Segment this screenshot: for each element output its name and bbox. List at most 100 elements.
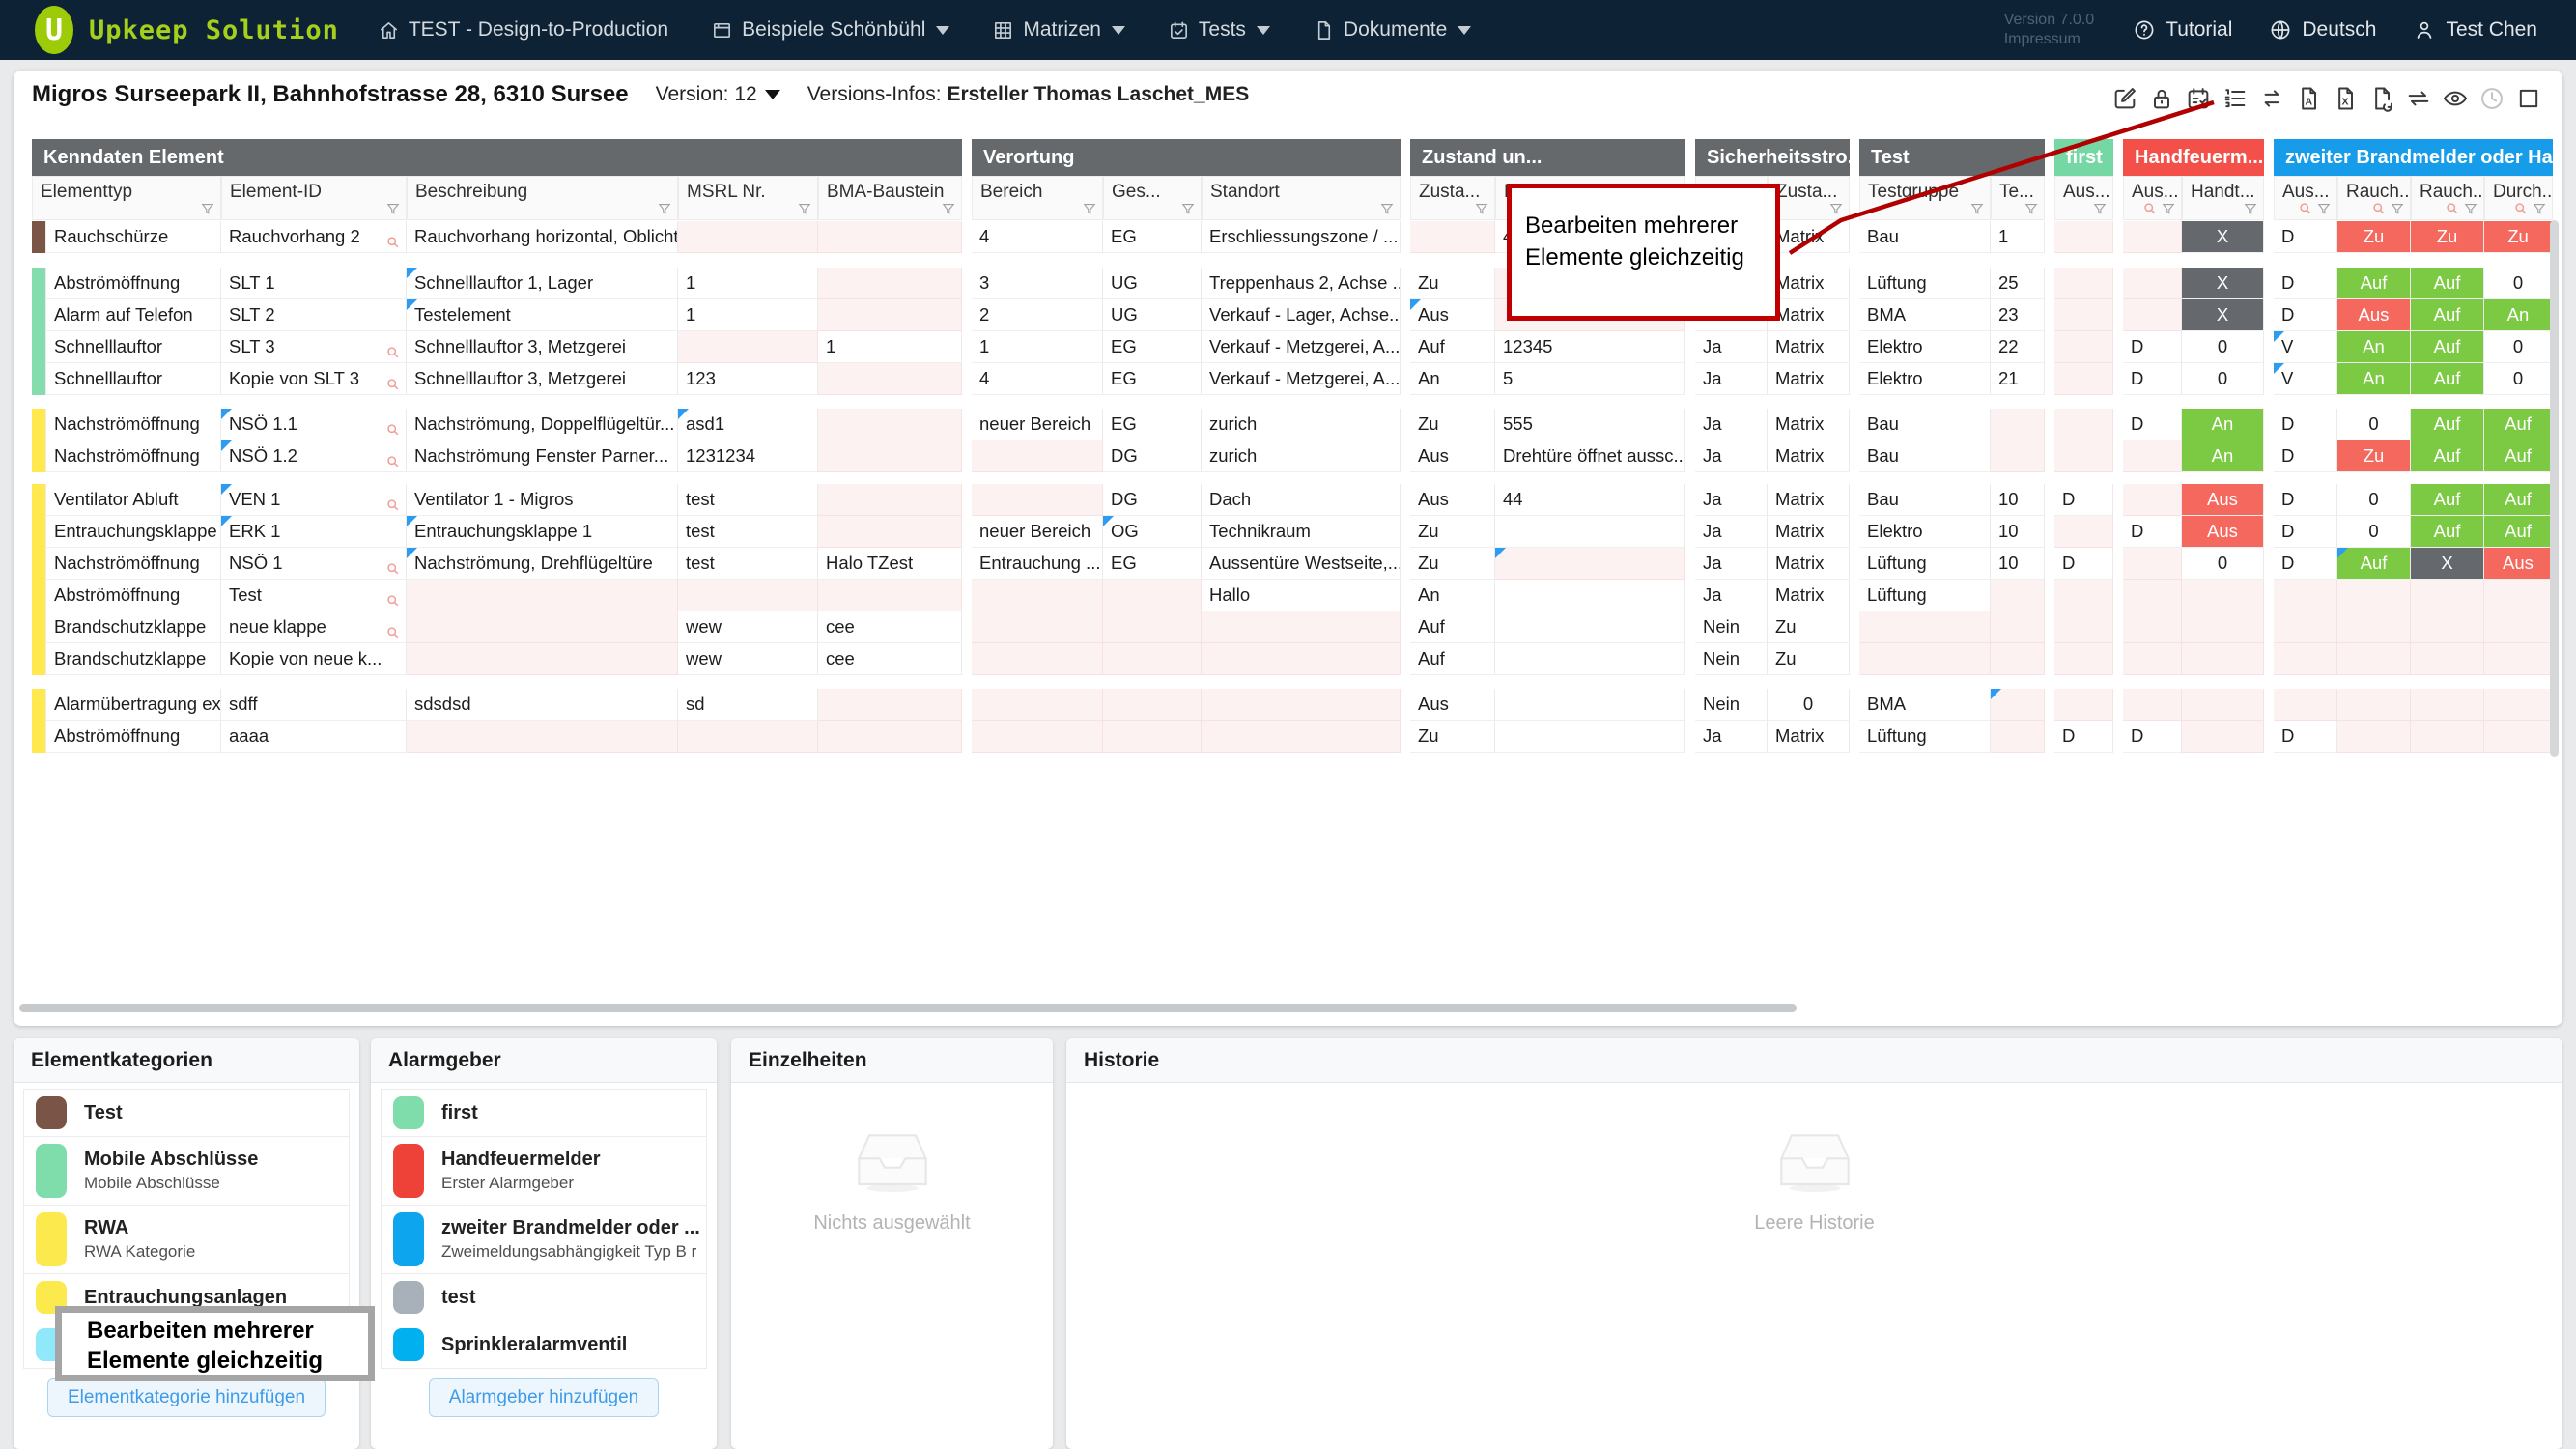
column-header-aus[interactable]: Aus... [2123,176,2182,220]
cell[interactable] [2054,363,2113,395]
cell[interactable]: Abströmöffnung [45,268,221,299]
cell[interactable]: Auf [2411,484,2484,516]
cell[interactable]: Hallo [1202,580,1401,611]
cell[interactable]: Nein [1695,611,1768,643]
search-icon[interactable] [385,235,401,250]
cell[interactable]: D [2054,721,2113,753]
cell[interactable] [2054,580,2113,611]
cell[interactable] [2054,611,2113,643]
cell[interactable]: NSÖ 1 [221,548,407,580]
cell[interactable]: 1 [678,268,818,299]
cell[interactable]: 25 [1991,268,2045,299]
cell[interactable]: ERK 1 [221,516,407,548]
cell[interactable]: Bau [1859,484,1991,516]
cell[interactable]: Zu [2484,221,2553,253]
cell[interactable]: D [2123,363,2182,395]
cell[interactable] [972,643,1103,675]
filter-icon[interactable] [2316,201,2332,216]
table-row[interactable]: EntrauchungsklappeERK 1Entrauchungsklapp… [45,516,2553,548]
cell[interactable]: Brandschutzklappe [45,611,221,643]
alarmgeber-hinzufügen-button[interactable]: Alarmgeber hinzufügen [429,1378,659,1417]
table-row[interactable]: AbströmöffnungTestHalloAnJaMatrixLüftung [45,580,2553,611]
cell[interactable] [2123,580,2182,611]
cell[interactable]: Aus [1410,299,1495,331]
search-icon[interactable] [385,497,401,513]
cell[interactable] [972,580,1103,611]
cell[interactable] [1103,689,1202,721]
cell[interactable]: Verkauf - Metzgerei, A... [1202,363,1401,395]
cell[interactable] [1103,611,1202,643]
cell[interactable]: Nachströmung, Doppelflügeltür... [407,409,678,440]
table-row[interactable]: RauchschürzeRauchvorhang 2Rauchvorhang h… [45,221,2553,253]
nav-beispiele-schönbühl[interactable]: Beispiele Schönbühl [711,18,949,42]
cell[interactable]: 0 [2337,484,2411,516]
cell[interactable]: Alarmübertragung ext... [45,689,221,721]
cell[interactable] [1991,580,2045,611]
cell[interactable]: Nachströmung Fenster Parner... [407,440,678,472]
cell[interactable]: 0 [2182,548,2264,580]
cell[interactable] [818,440,962,472]
cell[interactable] [1991,643,2045,675]
table-row[interactable]: Alarmübertragung ext...sdffsdsdsdsdAusNe… [45,689,2553,721]
column-header-elementtyp[interactable]: Elementtyp [32,176,221,220]
cell[interactable]: D [2274,548,2337,580]
filter-icon[interactable] [1969,201,1985,216]
cell[interactable] [407,721,678,753]
cell[interactable] [2123,643,2182,675]
cell[interactable]: Aus [2337,299,2411,331]
cell[interactable]: EG [1103,331,1202,363]
cell[interactable]: D [2274,440,2337,472]
cell[interactable]: Testelement [407,299,678,331]
cell[interactable] [2411,643,2484,675]
cell[interactable]: neue klappe [221,611,407,643]
cell[interactable] [2123,689,2182,721]
cell[interactable] [2484,643,2553,675]
cell[interactable]: Auf [2484,440,2553,472]
search-icon[interactable] [2371,201,2387,216]
cell[interactable]: 5 [1495,363,1685,395]
cell[interactable] [2054,440,2113,472]
cell[interactable]: 23 [1991,299,2045,331]
cell[interactable]: Zu [2337,440,2411,472]
excel-export-button[interactable]: X [2331,84,2360,113]
cell[interactable] [2411,611,2484,643]
nav-test-design-to-production[interactable]: TEST - Design-to-Production [378,18,668,42]
cell[interactable]: V [2274,331,2337,363]
cell[interactable] [2123,611,2182,643]
list-item-zweiter-brandmelder-oder[interactable]: zweiter Brandmelder oder ...Zweimeldungs… [381,1206,707,1274]
filter-icon[interactable] [1082,201,1097,216]
cell[interactable]: Ja [1695,548,1768,580]
cell[interactable]: X [2411,548,2484,580]
search-icon[interactable] [2513,201,2529,216]
cell[interactable]: Zu [1768,611,1850,643]
nav-matrizen[interactable]: Matrizen [992,18,1125,42]
cell[interactable]: asd1 [678,409,818,440]
cell[interactable]: 1 [818,331,962,363]
cell[interactable]: D [2274,221,2337,253]
cell[interactable]: Lüftung [1859,548,1991,580]
edit-button[interactable] [2110,84,2139,113]
cell[interactable] [818,268,962,299]
cell[interactable]: Ja [1695,363,1768,395]
cell[interactable]: D [2123,516,2182,548]
cell[interactable]: Rauchschürze [45,221,221,253]
cell[interactable]: Ja [1695,409,1768,440]
cell[interactable]: Auf [1410,643,1495,675]
column-header-msrl-nr[interactable]: MSRL Nr. [678,176,818,220]
cell[interactable] [818,409,962,440]
cell[interactable] [2484,580,2553,611]
cell[interactable]: Auf [2411,268,2484,299]
cell[interactable]: Zu [1410,548,1495,580]
cell[interactable]: Schnelllauftor 3, Metzgerei [407,363,678,395]
cell[interactable]: Entrauchung ... [972,548,1103,580]
cell[interactable] [1495,548,1685,580]
cell[interactable]: 123 [678,363,818,395]
cell[interactable]: Matrix [1768,721,1850,753]
list-item-handfeuermelder[interactable]: HandfeuermelderErster Alarmgeber [381,1137,707,1206]
filter-icon[interactable] [941,201,956,216]
cell[interactable] [2182,689,2264,721]
cell[interactable]: Aus [2182,484,2264,516]
cell[interactable]: Entrauchungsklappe 1 [407,516,678,548]
cell[interactable]: Bau [1859,221,1991,253]
cell[interactable]: OG [1103,516,1202,548]
